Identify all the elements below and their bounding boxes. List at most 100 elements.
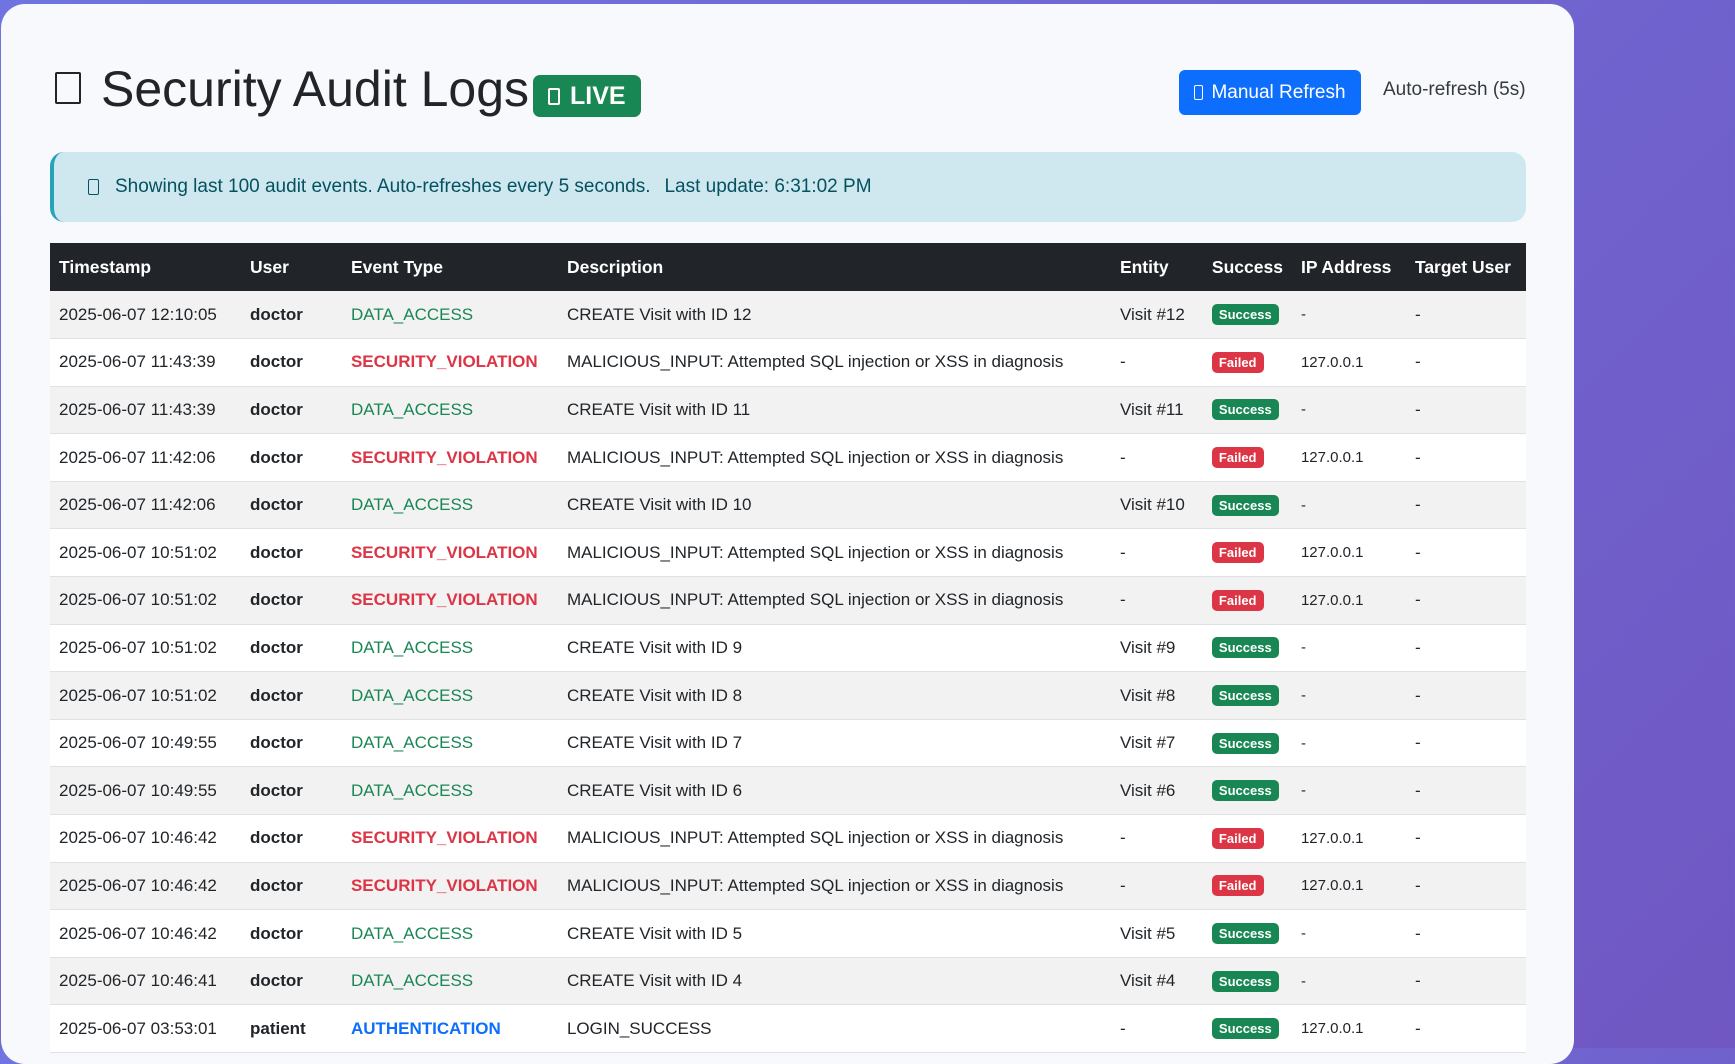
description-cell: MALICIOUS_INPUT: Attempted SQL injection… [557,338,1111,387]
refresh-icon [1194,85,1204,100]
target-user-cell: - [1405,1004,1526,1053]
table-row[interactable]: 2025-06-07 10:51:02 doctor DATA_ACCESS CREA… [50,671,1526,720]
column-header-ip-address[interactable]: IP Address [1291,243,1406,291]
user-cell: doctor [240,338,342,387]
column-header-event-type[interactable]: Event Type [341,243,558,291]
target-user-cell: - [1405,291,1526,340]
manual-refresh-button[interactable]: Manual Refresh [1179,70,1361,115]
table-row[interactable]: 2025-06-07 10:46:41 doctor DATA_ACCESS CREA… [50,957,1526,1006]
event-type-cell: SECURITY_VIOLATION [341,528,558,578]
target-user-cell: - [1405,338,1526,387]
target-user-cell: - [1405,671,1526,720]
description-cell: CREATE Visit with ID 9 [557,624,1111,673]
success-cell: Failed [1202,433,1292,482]
event-type-cell: DATA_ACCESS [341,766,558,816]
entity-cell: - [1110,576,1203,625]
event-type-cell: DATA_ACCESS [341,909,558,958]
table-row[interactable]: 2025-06-07 10:51:02 doctor SECURITY_VIOLAT… [50,576,1526,625]
table-row[interactable]: 2025-06-07 10:49:55 doctor DATA_ACCESS CREA… [50,766,1526,816]
success-cell: Success [1202,386,1292,435]
timestamp-cell: 2025-06-07 11:42:06 [50,481,241,530]
timestamp-cell: 2025-06-07 10:49:55 [50,766,241,816]
table-row[interactable]: 2025-06-07 12:10:05 doctor DATA_ACCESS CREA… [50,291,1526,340]
status-badge: Success [1211,685,1279,707]
description-cell: CREATE Visit with ID 6 [557,766,1111,816]
table-row[interactable]: 2025-06-07 10:46:42 doctor SECURITY_VIOLAT… [50,862,1526,911]
status-badge: Success [1211,970,1279,992]
success-cell: Success [1202,624,1292,673]
event-type-cell: SECURITY_VIOLATION [341,576,558,625]
table-row[interactable]: 2025-06-07 10:51:02 doctor DATA_ACCESS CREA… [50,624,1526,673]
entity-cell: Visit #8 [1110,671,1203,720]
timestamp-cell: 2025-06-07 12:10:05 [50,291,241,340]
user-cell: doctor [240,909,342,958]
success-cell: Success [1202,671,1292,720]
column-header-success[interactable]: Success [1202,243,1292,291]
entity-cell: Visit #7 [1110,719,1203,768]
ip-address-cell: - [1291,766,1406,816]
event-type-cell: DATA_ACCESS [341,386,558,435]
column-header-target-user[interactable]: Target User [1405,243,1526,291]
table-row[interactable]: 2025-06-07 03:53:01 patient AUTHENTICATION… [50,1004,1526,1053]
table-row[interactable]: 2025-06-07 10:49:55 doctor DATA_ACCESS CREA… [50,719,1526,768]
column-header-description[interactable]: Description [557,243,1111,291]
audit-card: Security Audit Logs LIVE Manual Refresh … [1,4,1574,1064]
column-header-timestamp[interactable]: Timestamp [50,243,241,291]
auto-refresh-status: Auto-refresh (5s) [1383,79,1526,100]
page-header: Security Audit Logs LIVE Manual Refresh … [1,4,1574,144]
entity-cell: Visit #10 [1110,481,1203,530]
status-badge: Failed [1211,351,1264,373]
table-row[interactable]: 2025-06-07 11:42:06 doctor DATA_ACCESS CREA… [50,481,1526,530]
ip-address-cell: - [1291,291,1406,340]
status-badge: Failed [1211,827,1264,849]
user-cell: doctor [240,576,342,625]
user-cell: doctor [240,624,342,673]
table-row[interactable]: 2025-06-07 11:42:06 doctor SECURITY_VIOLAT… [50,433,1526,482]
target-user-cell: - [1405,814,1526,863]
description-cell: MALICIOUS_INPUT: Attempted SQL injection… [557,862,1111,911]
description-cell: CREATE Visit with ID 4 [557,957,1111,1006]
table-row[interactable]: 2025-06-07 10:46:42 doctor SECURITY_VIOLAT… [50,814,1526,863]
ip-address-cell: - [1291,719,1406,768]
description-cell: CREATE Visit with ID 11 [557,386,1111,435]
entity-cell: Visit #6 [1110,766,1203,816]
table-row[interactable]: 2025-06-07 11:43:39 doctor SECURITY_VIOLAT… [50,338,1526,387]
timestamp-cell: 2025-06-07 10:46:41 [50,957,241,1006]
event-type-cell: DATA_ACCESS [341,719,558,768]
event-type-cell: SECURITY_VIOLATION [341,862,558,911]
manual-refresh-label: Manual Refresh [1211,81,1346,103]
description-cell: MALICIOUS_INPUT: Attempted SQL injection… [557,814,1111,863]
timestamp-cell: 2025-06-07 10:51:02 [50,576,241,625]
timestamp-cell: 2025-06-07 11:43:39 [50,386,241,435]
success-cell: Success [1202,1004,1292,1053]
user-cell: doctor [240,433,342,482]
target-user-cell: - [1405,957,1526,1006]
ip-address-cell: - [1291,909,1406,958]
table-row[interactable]: 2025-06-07 10:51:02 doctor SECURITY_VIOLAT… [50,528,1526,578]
entity-cell: - [1110,1004,1203,1053]
status-badge: Failed [1211,447,1264,469]
status-badge: Success [1211,494,1279,516]
status-badge: Success [1211,1018,1279,1040]
column-header-entity[interactable]: Entity [1110,243,1203,291]
success-cell: Success [1202,957,1292,1006]
event-type-cell: SECURITY_VIOLATION [341,338,558,387]
ip-address-cell: 127.0.0.1 [1291,528,1406,578]
status-badge: Success [1211,780,1279,802]
entity-cell: - [1110,528,1203,578]
user-cell: doctor [240,766,342,816]
success-cell: Failed [1202,814,1292,863]
ip-address-cell: - [1291,957,1406,1006]
description-cell: CREATE Visit with ID 7 [557,719,1111,768]
success-cell: Success [1202,909,1292,958]
description-cell: MALICIOUS_INPUT: Attempted SQL injection… [557,528,1111,578]
column-header-user[interactable]: User [240,243,342,291]
table-row[interactable]: 2025-06-07 11:43:39 doctor DATA_ACCESS CREA… [50,386,1526,435]
status-badge: Success [1211,304,1279,326]
user-cell: doctor [240,291,342,340]
success-cell: Success [1202,291,1292,340]
table-row[interactable]: 2025-06-07 10:46:42 doctor DATA_ACCESS CREA… [50,909,1526,958]
entity-cell: Visit #12 [1110,291,1203,340]
audit-log-body: 2025-06-07 12:10:05 doctor DATA_ACCESS CREA… [50,291,1526,1053]
target-user-cell: - [1405,862,1526,911]
